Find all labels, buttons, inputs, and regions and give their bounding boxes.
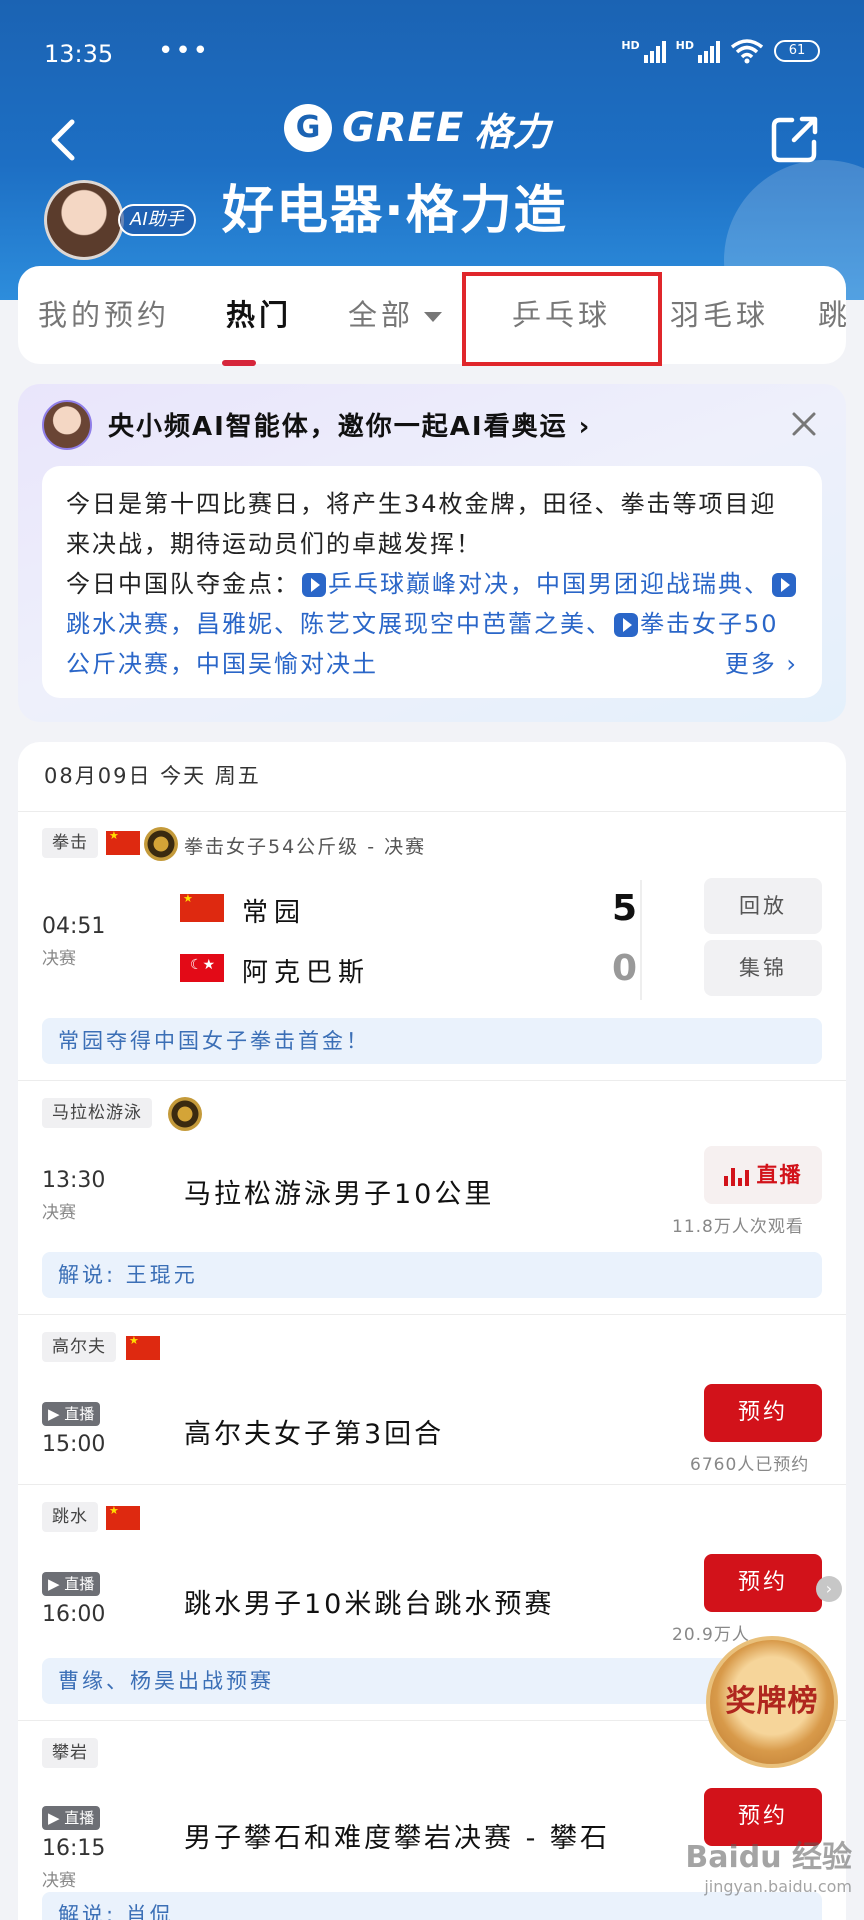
header-banner: 13:35 ••• HD HD 61 G GREE 格力 好电器·格力造 AI助… [0, 0, 864, 300]
replay-button[interactable]: 回放 [704, 878, 822, 934]
player-name: 常园 [242, 898, 307, 928]
reserve-button[interactable]: 预约 [704, 1384, 822, 1442]
sport-tag: 拳击 [42, 828, 98, 858]
highlight-box [462, 272, 662, 366]
battery-icon: 61 [774, 40, 820, 62]
back-arrow-icon[interactable] [44, 112, 84, 168]
ai-assistant-badge[interactable]: AI助手 [118, 204, 196, 236]
event-time: 15:00 [42, 1432, 106, 1457]
player-name: 阿克巴斯 [242, 958, 371, 988]
ai-summary-panel: 央小频AI智能体，邀你一起AI看奥运 › 今日是第十四比赛日，将产生34枚金牌，… [18, 384, 846, 722]
brand-word: GREE [342, 105, 465, 151]
ai-summary-line2: 今日中国队夺金点： 乒乓球巅峰对决，中国男团迎战瑞典、跳水决赛，昌雅妮、陈艺文展现… [66, 564, 798, 684]
tab-my-reservations[interactable]: 我的预约 [38, 266, 170, 364]
event-note[interactable]: 曹缘、杨昊出战预赛 [42, 1658, 822, 1704]
tab-diving-partial[interactable]: 跳 [818, 266, 846, 364]
event-note[interactable]: 解说: 王琨元 [42, 1252, 822, 1298]
sport-tag: 高尔夫 [42, 1332, 116, 1362]
sport-tag: 马拉松游泳 [42, 1098, 152, 1128]
tab-hot[interactable]: 热门 [226, 266, 292, 364]
signal-icon: HD [676, 39, 720, 63]
event-title: 男子攀石和难度攀岩决赛 - 攀石 [184, 1823, 610, 1854]
china-flag-icon [106, 829, 140, 855]
view-count: 11.8万人次观看 [672, 1217, 804, 1237]
gree-logo: G GREE 格力 [284, 100, 584, 156]
turkey-flag-icon [180, 954, 224, 982]
sport-tag: 攀岩 [42, 1738, 98, 1768]
date-header: 08月09日 今天 周五 [44, 764, 261, 788]
share-icon[interactable] [770, 114, 820, 164]
highlight-link[interactable]: 乒乓球巅峰对决，中国男团迎战瑞典、 [328, 570, 770, 598]
event-title: 马拉松游泳男子10公里 [184, 1179, 495, 1210]
more-dots-icon: ••• [158, 36, 211, 66]
divider [18, 1080, 846, 1081]
event-title: 高尔夫女子第3回合 [184, 1419, 445, 1450]
medal-icon [144, 827, 178, 861]
ai-panel-title[interactable]: 央小频AI智能体，邀你一起AI看奥运 › [108, 406, 591, 443]
wifi-icon [730, 39, 764, 64]
category-tabs: 我的预约 热门 全部 乒乓球 羽毛球 跳 [18, 266, 846, 364]
sport-tag: 跳水 [42, 1502, 98, 1532]
highlights-button[interactable]: 集锦 [704, 940, 822, 996]
live-bars-icon [723, 1166, 749, 1186]
close-icon[interactable] [788, 408, 820, 440]
status-time: 13:35 [44, 40, 114, 68]
event-phase: 决赛 [42, 1203, 76, 1223]
tab-all[interactable]: 全部 [348, 266, 443, 364]
live-tag: ▶ 直播 [42, 1572, 101, 1596]
event-title: 跳水男子10米跳台跳水预赛 [184, 1589, 555, 1620]
event-time: 13:30 [42, 1168, 106, 1193]
play-icon [614, 613, 638, 637]
gree-mark-icon: G [284, 104, 332, 152]
reserve-count: 20.9万人 [672, 1625, 750, 1645]
tab-badminton[interactable]: 羽毛球 [670, 266, 769, 364]
china-flag-icon [180, 892, 224, 922]
reserve-button[interactable]: 预约 [704, 1788, 822, 1846]
highlight-link[interactable]: 跳水决赛，昌雅妮、陈艺文展现空中芭蕾之美、 [66, 610, 612, 638]
watermark: Baidu 经验 jingyan.baidu.com [662, 1840, 852, 1910]
event-phase: 决赛 [42, 1871, 76, 1891]
player-score: 0 [612, 948, 638, 989]
slogan: 好电器·格力造 [222, 181, 568, 241]
watermark-brand: Baidu 经验 [685, 1840, 852, 1875]
player-score: 5 [612, 888, 638, 929]
event-time: 04:51 [42, 914, 106, 939]
reserve-button[interactable]: 预约 [704, 1554, 822, 1612]
medal-board-button[interactable]: 奖牌榜 [706, 1636, 838, 1768]
play-icon [302, 573, 326, 597]
china-flag-icon [126, 1334, 160, 1360]
status-bar: 13:35 ••• HD HD 61 [0, 0, 864, 112]
status-icons: HD HD 61 [621, 38, 820, 64]
active-tab-indicator [222, 360, 256, 366]
medal-icon [168, 1097, 202, 1131]
event-note[interactable]: 常园夺得中国女子拳击首金！ [42, 1018, 822, 1064]
divider [18, 1484, 846, 1485]
live-tag: ▶ 直播 [42, 1402, 101, 1426]
signal-icon: HD [621, 39, 666, 63]
china-flag-icon [106, 1504, 140, 1530]
caret-down-icon [424, 312, 443, 322]
play-icon [772, 573, 796, 597]
divider [18, 1314, 846, 1315]
event-subtitle: 拳击女子54公斤级 - 决赛 [184, 836, 427, 858]
reserve-count: 6760人已预约 [690, 1455, 810, 1475]
brand-cn: 格力 [474, 109, 551, 154]
event-time: 16:15 [42, 1836, 106, 1861]
watermark-url: jingyan.baidu.com [704, 1877, 852, 1896]
ai-assistant-avatar[interactable] [44, 180, 124, 260]
ai-avatar [42, 400, 92, 450]
live-button[interactable]: 直播 [704, 1146, 822, 1204]
chevron-right-icon[interactable]: › [816, 1576, 842, 1602]
event-time: 16:00 [42, 1602, 106, 1627]
ai-summary-card: 今日是第十四比赛日，将产生34枚金牌，田径、拳击等项目迎来决战，期待运动员们的卓… [42, 466, 822, 698]
ai-summary-line1: 今日是第十四比赛日，将产生34枚金牌，田径、拳击等项目迎来决战，期待运动员们的卓… [66, 490, 777, 558]
score-divider [640, 880, 642, 1000]
divider [18, 811, 846, 812]
live-tag: ▶ 直播 [42, 1806, 101, 1830]
event-phase: 决赛 [42, 949, 76, 969]
more-link[interactable]: 更多 › [714, 644, 798, 684]
